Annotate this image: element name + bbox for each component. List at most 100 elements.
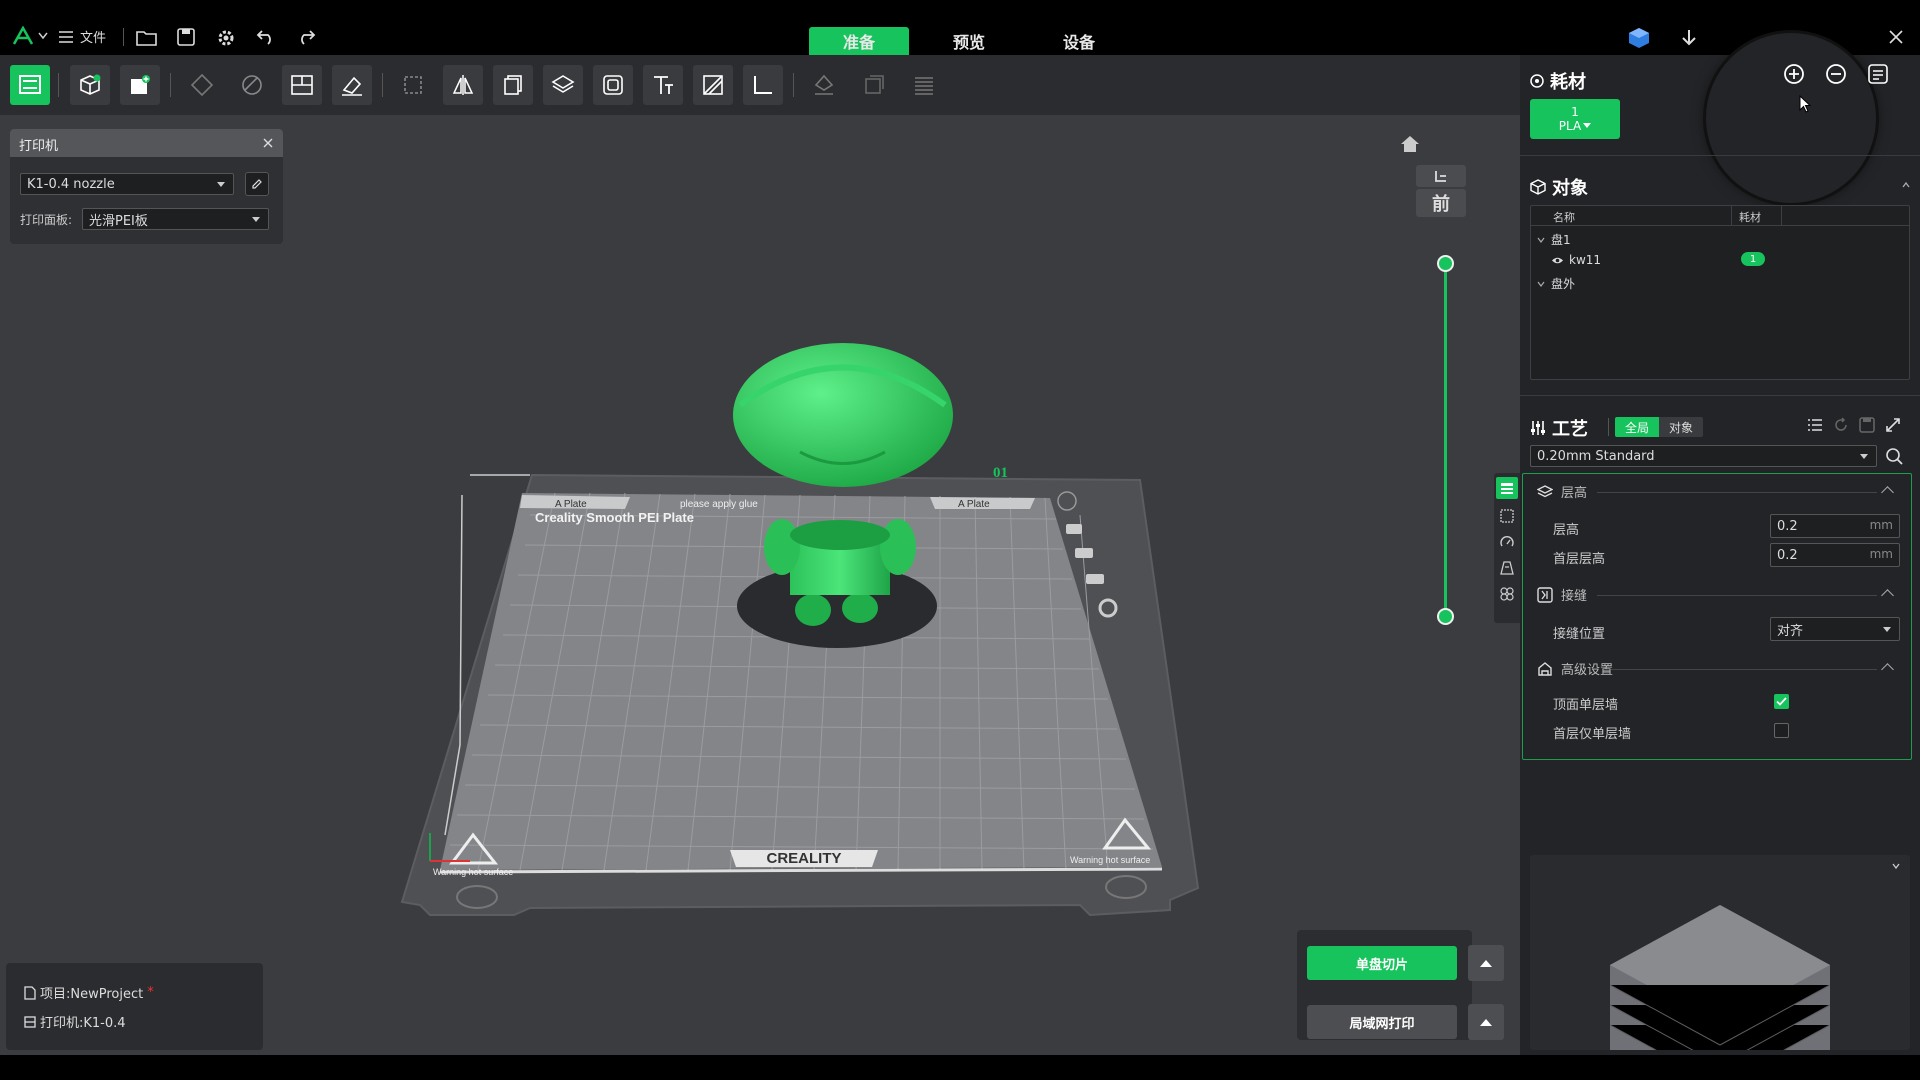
group-layer-height-collapse[interactable] bbox=[1881, 484, 1894, 499]
auto-orient-button[interactable] bbox=[182, 65, 222, 105]
tree-item-outside-label: 盘外 bbox=[1551, 277, 1576, 291]
process-title: 工艺 bbox=[1552, 419, 1588, 440]
filament-slot-1[interactable]: 1 PLA bbox=[1530, 99, 1620, 139]
warning-right-label: Warning hot surface bbox=[1070, 855, 1150, 865]
layer-height-unit: mm bbox=[1869, 518, 1893, 532]
group-seam-header[interactable]: 接缝 bbox=[1537, 585, 1587, 604]
layer-view-button[interactable] bbox=[1416, 165, 1466, 187]
remove-filament-button[interactable] bbox=[1825, 63, 1847, 85]
tree-item-plate[interactable]: 盘1 bbox=[1537, 231, 1571, 248]
group-layer-height-header[interactable]: 层高 bbox=[1537, 482, 1587, 501]
erase-button[interactable] bbox=[332, 65, 372, 105]
lan-print-button[interactable]: 局域网打印 bbox=[1307, 1005, 1457, 1039]
app-logo-menu[interactable] bbox=[12, 26, 48, 46]
chevron-down-icon[interactable] bbox=[1892, 863, 1900, 869]
object-filament-badge[interactable]: 1 bbox=[1741, 252, 1765, 266]
download-button[interactable] bbox=[1681, 29, 1697, 47]
arrange-button[interactable] bbox=[282, 65, 322, 105]
object-list: 名称 耗材 盘1 kw11 1 盘外 bbox=[1530, 205, 1910, 380]
group-seam-collapse[interactable] bbox=[1881, 587, 1894, 602]
category-speed-button[interactable] bbox=[1500, 535, 1514, 549]
process-compare-button[interactable] bbox=[1885, 417, 1901, 433]
category-others-button[interactable] bbox=[1500, 587, 1514, 601]
layer-slider-track[interactable] bbox=[1444, 265, 1447, 615]
printer-select-value: K1-0.4 nozzle bbox=[27, 176, 115, 192]
seam-position-select[interactable]: 对齐 bbox=[1770, 617, 1900, 641]
process-search-button[interactable] bbox=[1885, 447, 1903, 465]
3d-viewport[interactable]: A Plate A Plate please apply glue Creali… bbox=[0, 115, 1520, 1055]
save-button[interactable] bbox=[177, 28, 195, 46]
scale-button[interactable] bbox=[393, 65, 433, 105]
filament-settings-button[interactable] bbox=[1867, 63, 1889, 85]
settings-button[interactable] bbox=[216, 28, 236, 48]
toggle-global[interactable]: 全局 bbox=[1615, 417, 1659, 437]
seam-paint-button[interactable] bbox=[854, 65, 894, 105]
text-tool-button[interactable] bbox=[643, 65, 683, 105]
cut-icon bbox=[703, 75, 723, 95]
layers-icon bbox=[551, 75, 575, 93]
close-window-button[interactable] bbox=[1889, 30, 1903, 44]
slice-options-button[interactable] bbox=[1468, 945, 1504, 981]
category-quality-button[interactable] bbox=[1496, 477, 1518, 499]
front-view-button[interactable]: 前 bbox=[1416, 189, 1466, 217]
first-layer-single-wall-checkbox[interactable] bbox=[1774, 723, 1789, 738]
process-reset-button[interactable] bbox=[1833, 417, 1849, 433]
collapse-icon[interactable] bbox=[1902, 181, 1910, 189]
top-single-wall-checkbox[interactable] bbox=[1774, 694, 1789, 709]
open-folder-button[interactable] bbox=[136, 28, 158, 46]
close-icon[interactable] bbox=[263, 138, 273, 148]
group-advanced-title: 高级设置 bbox=[1561, 663, 1614, 678]
add-filament-button[interactable] bbox=[1783, 63, 1805, 85]
category-strength-button[interactable] bbox=[1500, 509, 1514, 523]
mirror-button[interactable] bbox=[443, 65, 483, 105]
layer-height-input[interactable]: 0.2 mm bbox=[1770, 514, 1900, 538]
lay-on-face-button[interactable] bbox=[232, 65, 272, 105]
group-advanced-header[interactable]: 高级设置 bbox=[1537, 659, 1613, 678]
edit-printer-button[interactable] bbox=[245, 172, 269, 196]
folder-icon bbox=[136, 31, 157, 46]
process-preset-select[interactable]: 0.20mm Standard bbox=[1530, 445, 1877, 467]
undo-button[interactable] bbox=[256, 29, 276, 45]
first-layer-height-value: 0.2 bbox=[1777, 547, 1798, 563]
add-object-button[interactable] bbox=[70, 65, 110, 105]
plate-view-button[interactable] bbox=[10, 65, 50, 105]
process-save-button[interactable] bbox=[1859, 417, 1875, 433]
object-list-header bbox=[1531, 206, 1909, 226]
reset-icon bbox=[1835, 417, 1847, 431]
tab-device[interactable]: 设备 bbox=[1029, 27, 1129, 55]
redo-button[interactable] bbox=[296, 29, 316, 45]
printer-select[interactable]: K1-0.4 nozzle bbox=[20, 173, 234, 195]
tree-item-object[interactable]: kw11 bbox=[1551, 253, 1601, 267]
project-printer-row: 打印机:K1-0.4 bbox=[24, 1012, 126, 1031]
layers-button[interactable] bbox=[543, 65, 583, 105]
chevron-up-icon bbox=[1881, 589, 1894, 602]
measure-button[interactable] bbox=[743, 65, 783, 105]
filament-spool-icon bbox=[1530, 74, 1544, 88]
cloud-service-button[interactable] bbox=[1628, 27, 1650, 49]
print-options-button[interactable] bbox=[1468, 1004, 1504, 1040]
layer-slider-bottom-handle[interactable] bbox=[1437, 608, 1454, 625]
process-list-button[interactable] bbox=[1807, 417, 1823, 433]
toggle-object[interactable]: 对象 bbox=[1659, 417, 1703, 437]
first-layer-height-input[interactable]: 0.2 mm bbox=[1770, 543, 1900, 567]
color-paint-button[interactable] bbox=[904, 65, 944, 105]
model-preview-thumbnail bbox=[1530, 855, 1910, 1050]
layer-slider-top-handle[interactable] bbox=[1437, 255, 1454, 272]
slice-plate-button[interactable]: 单盘切片 bbox=[1307, 946, 1457, 980]
tab-prepare[interactable]: 准备 bbox=[809, 27, 909, 55]
copy-button[interactable] bbox=[493, 65, 533, 105]
eye-icon[interactable] bbox=[1551, 256, 1564, 265]
file-menu-button[interactable]: 文件 bbox=[58, 27, 106, 46]
save-icon bbox=[177, 28, 195, 46]
tree-item-outside[interactable]: 盘外 bbox=[1537, 275, 1575, 292]
category-support-button[interactable] bbox=[1500, 561, 1514, 575]
object-name: kw11 bbox=[1569, 253, 1602, 267]
support-paint-button[interactable] bbox=[804, 65, 844, 105]
cut-button[interactable] bbox=[693, 65, 733, 105]
group-advanced-collapse[interactable] bbox=[1881, 661, 1894, 676]
home-view-button[interactable] bbox=[1400, 135, 1420, 153]
plate-type-select[interactable]: 光滑PEI板 bbox=[82, 208, 269, 230]
add-plate-button[interactable] bbox=[120, 65, 160, 105]
hollow-button[interactable] bbox=[593, 65, 633, 105]
tab-preview[interactable]: 预览 bbox=[919, 27, 1019, 55]
